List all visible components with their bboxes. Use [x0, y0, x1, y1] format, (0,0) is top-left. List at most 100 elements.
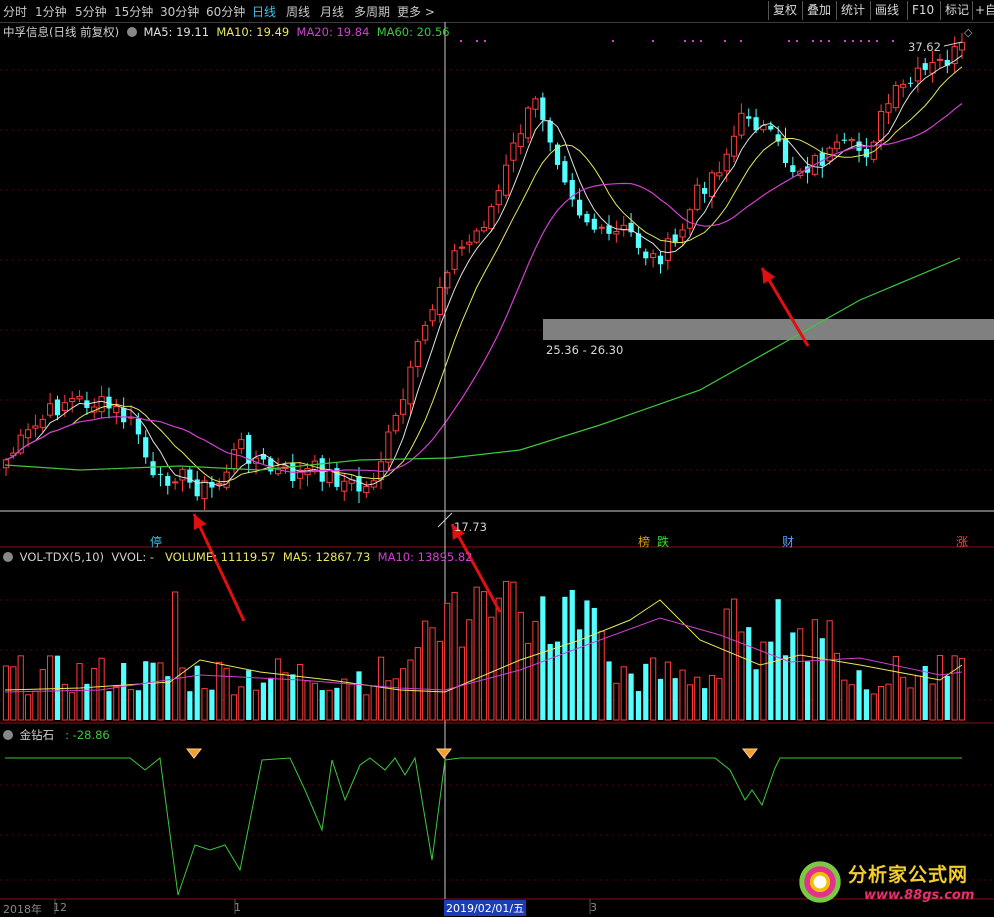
candle-body	[598, 226, 605, 229]
event-marker-rise[interactable]: 涨	[956, 533, 968, 550]
volume-bar	[833, 652, 841, 721]
volume-ma5-value: MA5: 12867.73	[282, 550, 371, 564]
volume-bar	[797, 628, 804, 721]
candle-body	[702, 188, 708, 194]
candle-body	[39, 418, 46, 428]
volume-bar	[657, 678, 664, 720]
event-dot	[868, 40, 870, 42]
support-zone-band	[543, 319, 994, 340]
candle-body	[502, 164, 510, 196]
event-dot	[612, 40, 614, 42]
event-dot	[460, 40, 462, 42]
candle-body	[216, 482, 223, 485]
volume-bar	[69, 692, 76, 721]
kline-chart[interactable]	[0, 0, 994, 914]
volume-bar	[194, 665, 200, 720]
candle-body	[863, 148, 869, 158]
event-marker-list[interactable]: 榜	[638, 533, 650, 550]
volume-bar	[584, 600, 590, 720]
volume-bar	[702, 688, 708, 720]
candle-body	[833, 141, 841, 150]
volume-bar	[672, 678, 678, 720]
event-marker-suspend[interactable]: 停	[150, 533, 162, 550]
settings-circle-icon[interactable]	[3, 552, 13, 562]
volume-bar	[730, 598, 738, 721]
low-price-label: 17.73	[454, 520, 487, 534]
volume-bar	[848, 684, 855, 721]
volume-bar	[326, 689, 333, 721]
event-dot	[796, 40, 798, 42]
settings-circle-icon[interactable]	[3, 730, 13, 740]
event-dot	[852, 40, 854, 42]
volume-bar	[106, 691, 112, 720]
diamond-marker-icon[interactable]: ◇	[964, 26, 972, 39]
volume-bar	[900, 676, 907, 721]
volume-bar	[804, 661, 811, 720]
volume-bar	[334, 687, 340, 720]
event-dot	[684, 40, 686, 42]
volume-bar	[32, 690, 39, 721]
volume-bar	[422, 620, 429, 721]
candle-body	[790, 165, 796, 173]
volume-bar	[429, 627, 436, 721]
indicator-value: : -28.86	[65, 728, 110, 742]
ma60-value: MA60: 20.56	[376, 25, 450, 39]
candle-body	[480, 226, 488, 232]
ma5-line	[5, 54, 963, 487]
volume-bar	[686, 684, 694, 721]
volume-bar	[760, 641, 767, 721]
volume-bar	[414, 647, 421, 721]
indicator-title[interactable]: 金钻石	[20, 728, 55, 742]
candle-body	[922, 63, 928, 70]
candle-body	[187, 469, 193, 483]
volume-bar	[782, 655, 789, 720]
volume-bar	[268, 677, 274, 720]
time-label-dec: 12	[53, 901, 67, 914]
candle-body	[61, 402, 68, 412]
event-dot	[876, 40, 878, 42]
event-marker-finance[interactable]: 财	[782, 533, 794, 550]
event-marker-fall[interactable]: 跌	[657, 533, 669, 550]
candle-body	[422, 324, 429, 341]
volume-bar	[377, 656, 385, 721]
volume-bar	[826, 620, 833, 721]
volume-bar	[598, 630, 605, 721]
candle-body	[356, 476, 362, 492]
support-zone-label: 25.36 - 26.30	[546, 343, 624, 357]
candle-body	[414, 341, 421, 368]
event-dot	[812, 40, 814, 42]
watermark-url: www.88gs.com	[864, 888, 975, 903]
volume-bar	[628, 673, 634, 720]
candle-body	[24, 429, 32, 439]
candle-body	[562, 161, 568, 183]
candle-body	[98, 396, 105, 413]
volume-bar	[24, 694, 32, 721]
stock-name[interactable]: 中孚信息(日线 前复权)	[3, 25, 119, 39]
candle-body	[746, 116, 752, 119]
volume-indicator-title[interactable]: VOL-TDX(5,10)	[20, 550, 104, 564]
candle-body	[341, 480, 348, 492]
volume-bar	[540, 596, 546, 720]
volume-bar	[135, 690, 141, 720]
watermark-logo: 分析家公式网 www.88gs.com	[796, 856, 992, 908]
event-dot	[844, 40, 846, 42]
candle-body	[400, 399, 407, 415]
candle-body	[32, 425, 39, 429]
volume-bar	[216, 661, 223, 721]
ma10-line	[5, 66, 963, 483]
volume-bar	[679, 669, 686, 721]
candle-body	[856, 141, 862, 151]
volume-bar	[650, 657, 657, 721]
candle-body	[54, 399, 61, 416]
settings-circle-icon[interactable]	[126, 27, 137, 37]
volume-bar	[885, 683, 892, 721]
volume-bar	[708, 674, 716, 721]
candle-body	[76, 395, 83, 400]
candle-body	[643, 251, 649, 259]
volume-bar	[841, 679, 848, 721]
candle-body	[878, 110, 885, 141]
candle-body	[495, 190, 502, 206]
candle-body	[172, 481, 179, 484]
volume-bar	[929, 683, 936, 721]
event-dot	[828, 40, 830, 42]
